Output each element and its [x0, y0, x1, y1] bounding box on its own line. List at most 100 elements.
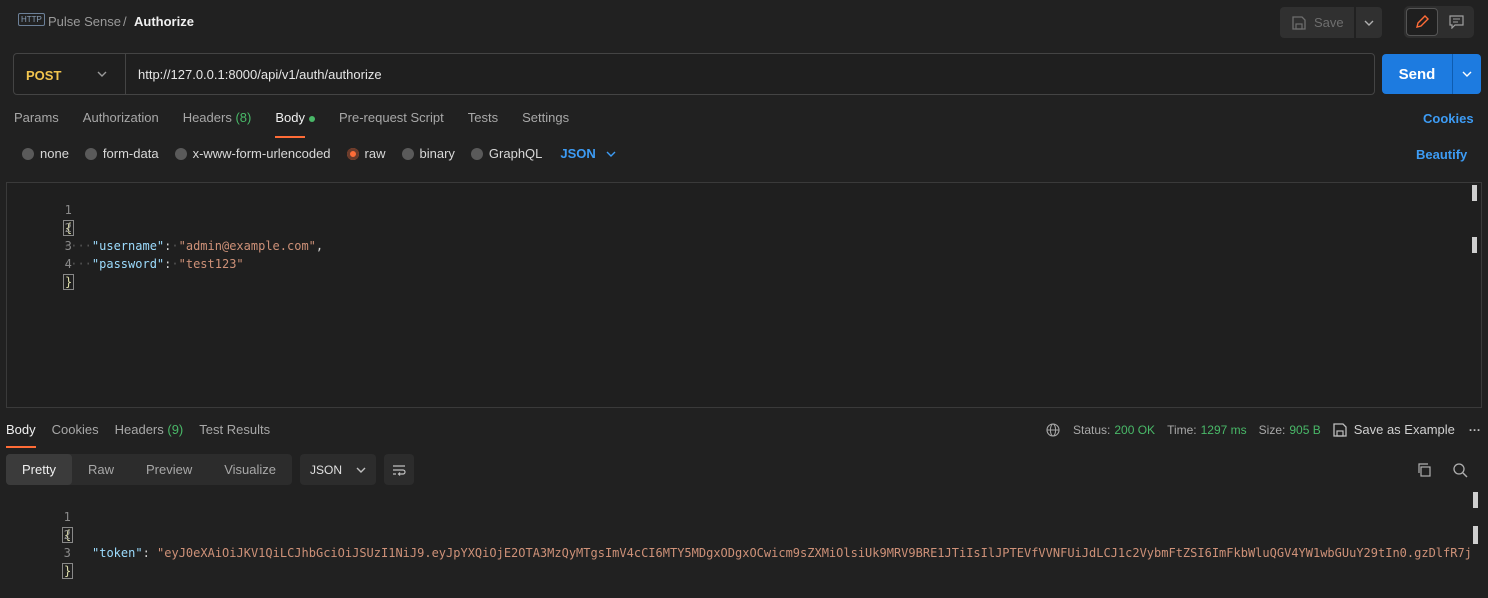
save-as-example-button[interactable]: Save as Example: [1354, 422, 1455, 437]
send-button[interactable]: Send: [1382, 54, 1452, 94]
json-string: "admin@example.com": [178, 239, 316, 253]
view-pretty-button[interactable]: Pretty: [6, 454, 72, 485]
radio-label: raw: [364, 146, 386, 161]
response-format-dropdown[interactable]: JSON: [300, 454, 377, 485]
mode-toggle-group: [1404, 6, 1474, 38]
chevron-down-icon: [1364, 20, 1374, 26]
save-button[interactable]: Save: [1280, 7, 1354, 38]
radio-label: x-www-form-urlencoded: [192, 146, 331, 161]
send-button-group: Send: [1382, 54, 1481, 94]
save-icon: [1333, 422, 1347, 437]
edit-mode-button[interactable]: [1406, 8, 1438, 36]
status-label: Status:: [1073, 422, 1111, 437]
line-number: 3: [64, 239, 72, 253]
response-body-viewer[interactable]: 1 { 2 "token": "eyJ0eXAiOiJKV1QiLCJhbGci…: [0, 490, 1488, 579]
response-tab-headers[interactable]: Headers (9): [115, 422, 184, 446]
response-tab-headers-label: Headers: [114, 422, 164, 437]
radio-label: binary: [419, 146, 455, 161]
view-raw-button[interactable]: Raw: [72, 454, 130, 485]
line-number: 4: [64, 257, 72, 271]
wrap-lines-icon: [393, 464, 406, 476]
radio-circle: [174, 147, 187, 160]
radio-circle: [401, 147, 414, 160]
body-type-selector: none form-data x-www-form-urlencoded raw…: [22, 146, 616, 161]
send-options-dropdown[interactable]: [1453, 54, 1481, 94]
cookies-link[interactable]: Cookies: [1423, 111, 1474, 126]
radio-label: form-data: [102, 146, 159, 161]
radio-form-data[interactable]: form-data: [84, 146, 159, 161]
close-brace: }: [62, 563, 74, 579]
save-icon: [1292, 15, 1306, 30]
response-view-toolbar: Pretty Raw Preview Visualize JSON: [6, 454, 415, 485]
view-visualize-button[interactable]: Visualize: [208, 454, 292, 485]
request-tabs: Params Authorization Headers (8) Body Pr…: [14, 110, 593, 138]
size-value: 905 B: [1289, 422, 1321, 437]
save-button-group: Save: [1280, 7, 1382, 38]
chevron-down-icon: [606, 151, 616, 157]
line-number: 2: [63, 528, 71, 542]
response-tab-body[interactable]: Body: [6, 422, 36, 448]
save-button-label: Save: [1314, 15, 1344, 30]
scrollbar-thumb[interactable]: [1472, 185, 1477, 201]
chevron-down-icon[interactable]: [97, 68, 107, 82]
breadcrumb-request-name[interactable]: Authorize: [134, 14, 194, 29]
response-format-label: JSON: [310, 462, 343, 477]
response-tab-cookies[interactable]: Cookies: [52, 422, 99, 446]
radio-none[interactable]: none: [22, 146, 69, 161]
code-text: ····"password":·"test123": [63, 257, 244, 271]
body-format-dropdown[interactable]: JSON: [560, 146, 616, 161]
response-tab-test-results[interactable]: Test Results: [199, 422, 270, 446]
search-icon[interactable]: [1452, 462, 1468, 478]
tab-settings[interactable]: Settings: [522, 110, 569, 136]
tab-pre-request-script[interactable]: Pre-request Script: [339, 110, 444, 136]
globe-icon[interactable]: [1046, 422, 1060, 437]
code-line: 3 ····"password":·"test123": [7, 219, 244, 271]
body-format-label: JSON: [560, 146, 596, 161]
radio-circle-selected: [346, 147, 359, 160]
top-bar: HTTP Pulse Sense / Authorize Save: [0, 0, 1488, 44]
tab-body[interactable]: Body: [275, 110, 315, 138]
http-request-icon: HTTP: [18, 13, 45, 26]
json-key: "password": [91, 257, 165, 271]
view-preview-button[interactable]: Preview: [130, 454, 208, 485]
response-tabs: Body Cookies Headers (9) Test Results: [6, 422, 286, 448]
tab-params[interactable]: Params: [14, 110, 59, 136]
tab-headers-label: Headers: [182, 110, 232, 125]
time-label: Time:: [1167, 422, 1197, 437]
radio-raw[interactable]: raw: [346, 146, 386, 161]
radio-urlencoded[interactable]: x-www-form-urlencoded: [174, 146, 331, 161]
save-options-dropdown[interactable]: [1356, 7, 1382, 38]
body-indicator-dot: [308, 115, 315, 122]
url-input[interactable]: http://127.0.0.1:8000/api/v1/auth/author…: [138, 67, 382, 82]
code-line: 4 }: [7, 237, 75, 290]
wrap-lines-button[interactable]: [384, 454, 415, 485]
line-number: 2: [64, 221, 72, 235]
tab-authorization[interactable]: Authorization: [83, 110, 159, 136]
more-options-icon[interactable]: ···: [1469, 423, 1481, 437]
radio-label: GraphQL: [488, 146, 543, 161]
scrollbar-thumb[interactable]: [1473, 492, 1478, 508]
tab-headers[interactable]: Headers (8): [183, 110, 252, 136]
code-line: 3 }: [0, 526, 74, 579]
line-number: 1: [64, 203, 72, 217]
request-body-editor[interactable]: 1 { 2 ····"username":·"admin@example.com…: [6, 182, 1482, 408]
breadcrumb-collection[interactable]: Pulse Sense: [48, 14, 121, 29]
tab-body-label: Body: [275, 110, 305, 125]
beautify-link[interactable]: Beautify: [1416, 147, 1467, 162]
copy-icon[interactable]: [1416, 462, 1432, 478]
code-line: 2 "token": "eyJ0eXAiOiJKV1QiLCJhbGciOiJS…: [0, 508, 1472, 560]
radio-circle: [84, 147, 97, 160]
code-text: "token": "eyJ0eXAiOiJKV1QiLCJhbGciOiJSUz…: [92, 544, 1472, 562]
radio-circle: [470, 147, 483, 160]
radio-binary[interactable]: binary: [401, 146, 455, 161]
response-view-modes: Pretty Raw Preview Visualize: [6, 454, 293, 485]
code-line: 1 {: [7, 183, 75, 236]
radio-graphql[interactable]: GraphQL: [470, 146, 543, 161]
response-status-bar: Status: 200 OK Time: 1297 ms Size: 905 B…: [1046, 422, 1481, 437]
method-selector[interactable]: POST: [26, 68, 61, 83]
tab-tests[interactable]: Tests: [468, 110, 498, 136]
line-number: 3: [63, 546, 71, 560]
json-string: "test123": [178, 257, 244, 271]
code-text: ····"username":·"admin@example.com",: [63, 239, 324, 253]
comments-mode-button[interactable]: [1440, 8, 1472, 36]
